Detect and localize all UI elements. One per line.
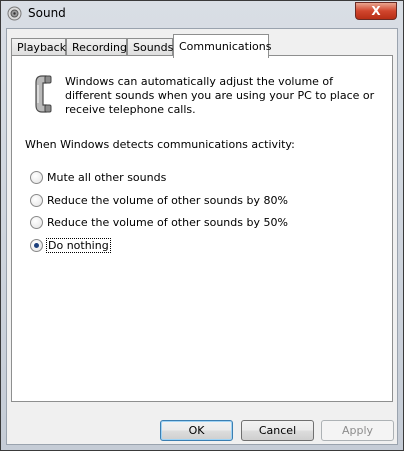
close-icon: X <box>371 4 381 18</box>
option-label: Reduce the volume of other sounds by 50% <box>47 215 288 229</box>
option-label: Mute all other sounds <box>47 170 167 184</box>
tab-communications[interactable]: Communications <box>173 34 271 58</box>
close-button[interactable]: X <box>355 2 397 20</box>
option-mute-all[interactable]: Mute all other sounds <box>30 169 166 185</box>
detect-label: When Windows detects communications acti… <box>25 138 295 151</box>
dialog-button-bar: OK Cancel Apply <box>7 415 399 443</box>
title-bar[interactable]: Sound X <box>1 1 403 27</box>
communications-panel: Windows can automatically adjust the vol… <box>11 55 393 402</box>
radio-button[interactable] <box>30 170 43 184</box>
radio-button[interactable] <box>30 193 43 207</box>
option-reduce-50[interactable]: Reduce the volume of other sounds by 50% <box>30 214 288 230</box>
sound-dialog: Sound X Playback Recording Sounds Commun… <box>0 0 404 451</box>
radio-button-selected[interactable] <box>30 238 43 252</box>
telephone-handset-icon <box>35 75 52 113</box>
option-do-nothing[interactable]: Do nothing <box>30 237 111 253</box>
window-title: Sound <box>28 6 66 20</box>
dialog-client-area: Playback Recording Sounds Communications… <box>6 28 398 445</box>
ok-button[interactable]: OK <box>160 420 233 441</box>
radio-button[interactable] <box>30 215 43 229</box>
option-reduce-80[interactable]: Reduce the volume of other sounds by 80% <box>30 192 288 208</box>
option-label: Reduce the volume of other sounds by 80% <box>47 193 288 207</box>
cancel-button[interactable]: Cancel <box>241 420 314 441</box>
speaker-icon <box>7 6 22 21</box>
option-label: Do nothing <box>46 237 111 253</box>
apply-button[interactable]: Apply <box>321 420 394 441</box>
communications-description: Windows can automatically adjust the vol… <box>65 75 375 116</box>
